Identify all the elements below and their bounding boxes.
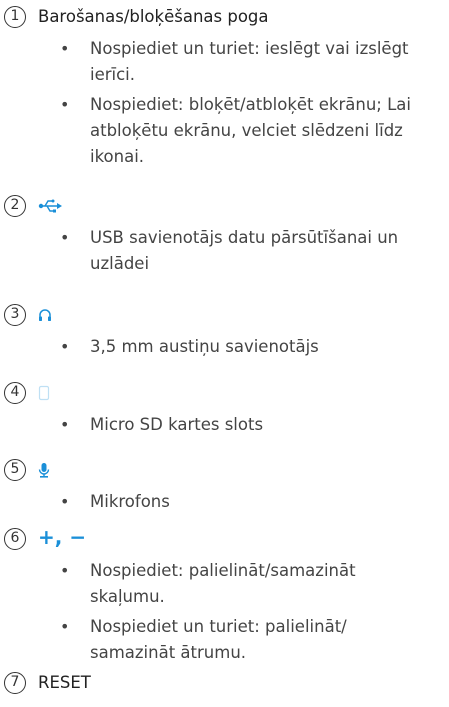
bullet-item: • USB savienotājs datu pārsūtīšanai un uz…: [0, 225, 449, 277]
bullet-text: USB savienotājs datu pārsūtīšanai un uzl…: [90, 228, 399, 273]
item-1: 1 Barošanas/bloķēšanas poga • Nospiediet …: [0, 6, 449, 170]
power-lock-button-title: Barošanas/bloķēšanas poga: [38, 7, 269, 26]
bullet-mark: •: [60, 337, 70, 356]
item-2: 2 • USB savienotājs datu pārsūtīšanai un …: [0, 195, 449, 277]
bullet-mark: •: [60, 39, 70, 58]
bullet-mark: •: [60, 228, 70, 247]
item-number-3: 3: [4, 304, 26, 326]
page: { "items": [ { "number": "1", "title": "…: [0, 0, 449, 707]
item-number-5: 5: [4, 459, 26, 481]
bullet-item: • Micro SD kartes slots: [0, 412, 449, 438]
bullet-item: • Nospiediet: bloķēt/atbloķēt ekrānu; Lai…: [0, 92, 449, 170]
reset-title: RESET: [38, 673, 91, 692]
item-number-1: 1: [4, 6, 26, 28]
bullet-mark: •: [60, 415, 70, 434]
bullet-text: Nospiediet un turiet: ieslēgt vai izslēg…: [90, 39, 409, 84]
item-number-6: 6: [4, 528, 26, 550]
bullet-item: • 3,5 mm austiņu savienotājs: [0, 334, 449, 360]
item-number-4: 4: [4, 382, 26, 404]
bullet-mark: •: [60, 617, 70, 636]
item-number-2: 2: [4, 195, 26, 217]
bullet-text: 3,5 mm austiņu savienotājs: [90, 337, 319, 356]
item-5: 5 • Mikrofons: [0, 459, 449, 515]
bullet-text: Mikrofons: [90, 492, 170, 511]
bullet-mark: •: [60, 561, 70, 580]
bullet-mark: •: [60, 492, 70, 511]
sd-card-icon: [38, 385, 50, 405]
bullet-text: Nospiediet un turiet: palielināt/ samazi…: [90, 617, 347, 662]
volume-symbols: +, −: [38, 525, 87, 549]
bullet-text: Micro SD kartes slots: [90, 415, 264, 434]
item-number-7: 7: [4, 672, 26, 694]
bullet-mark: •: [60, 95, 70, 114]
item-6: 6 +, − • Nospiediet: palielināt/samazināt…: [0, 525, 449, 666]
item-7: 7 RESET: [0, 672, 449, 698]
bullet-text: Nospiediet: palielināt/samazināt skaļumu…: [90, 561, 356, 606]
bullet-item: • Nospiediet un turiet: palielināt/ samaz…: [0, 614, 449, 666]
usb-icon: [38, 198, 62, 218]
bullet-item: • Nospiediet un turiet: ieslēgt vai izslē…: [0, 36, 449, 88]
headphones-icon: [38, 307, 52, 326]
bullet-text: Nospiediet: bloķēt/atbloķēt ekrānu; Lai …: [90, 95, 411, 166]
microphone-icon: [38, 462, 50, 482]
item-4: 4 • Micro SD kartes slots: [0, 382, 449, 438]
bullet-item: • Nospiediet: palielināt/samazināt skaļum…: [0, 558, 449, 610]
bullet-item: • Mikrofons: [0, 489, 449, 515]
item-3: 3 • 3,5 mm austiņu savienotājs: [0, 304, 449, 360]
